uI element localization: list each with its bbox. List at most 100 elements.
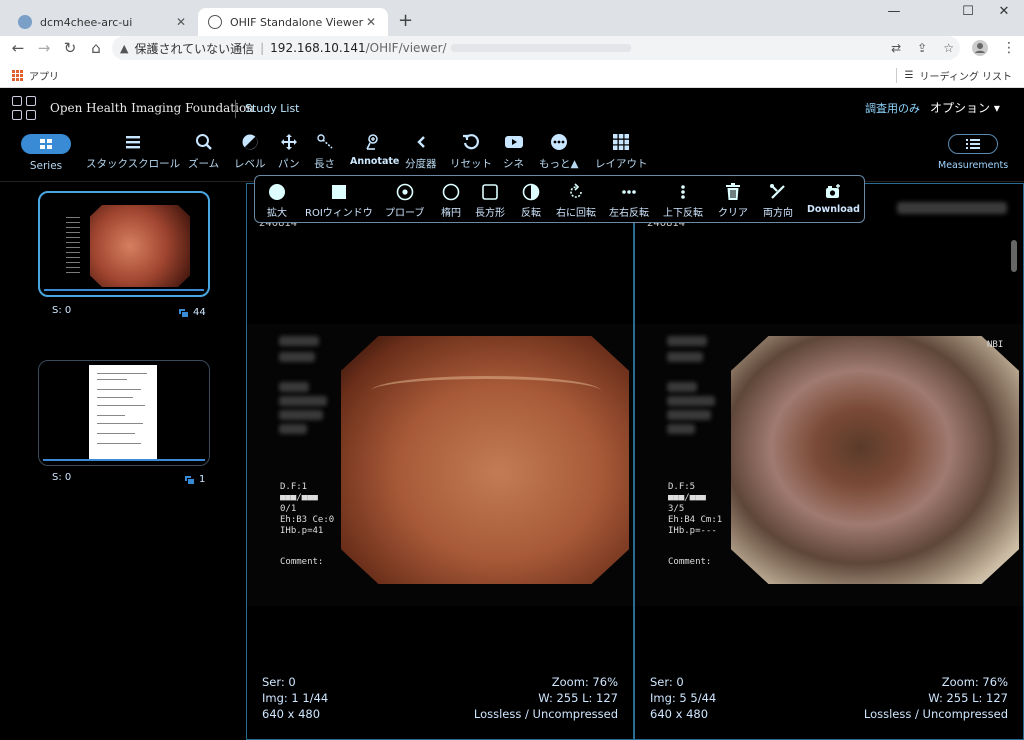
flip-vertical-button[interactable]: 上下反転 (663, 181, 703, 219)
reload-button[interactable]: ↻ (60, 39, 80, 57)
series-thumbnail-1[interactable] (38, 191, 210, 297)
tool-label: Measurements (938, 160, 1009, 171)
window-close-button[interactable]: ✕ (994, 4, 1014, 19)
redacted-text (279, 396, 327, 406)
bidirectional-button[interactable]: 両方向 (763, 181, 793, 219)
tool-label: ズーム (188, 158, 220, 170)
series-info: Ser: 0 (262, 675, 296, 689)
stack-scroll-button[interactable]: スタックスクロール (86, 130, 180, 171)
image-text-overlay: D.F:5 ■■■/■■■ 3/5 Eh:B4 Cm:1 IHb.p=--- C… (668, 482, 722, 568)
redacted-text (667, 410, 711, 420)
tool-label: Series (29, 160, 63, 172)
tool-label: もっと▲ (539, 158, 579, 170)
image-area: D.F:1 ■■■/■■■ 0/1 Eh:B3 Ce:0 IHb.p=41 Co… (247, 324, 633, 606)
options-menu[interactable]: オプション ▾ (930, 99, 1000, 116)
redacted-text (667, 382, 697, 392)
ohif-logo-icon (12, 96, 36, 120)
zoom-button[interactable]: ズーム (188, 130, 219, 171)
rectangle-button[interactable]: 長方形 (475, 181, 505, 219)
more-button[interactable]: もっと▲ (539, 130, 579, 171)
warning-icon: ▲ (120, 41, 129, 55)
tool-label: 上下反転 (663, 208, 703, 219)
redacted-text (279, 424, 307, 434)
rotate-right-button[interactable]: 右に回転 (556, 181, 596, 219)
roi-window-button[interactable]: ROIウィンドウ (305, 181, 373, 219)
tool-label: 拡大 (267, 208, 287, 219)
viewport-scrollbar[interactable] (1011, 240, 1017, 272)
cine-button[interactable]: シネ (503, 130, 524, 171)
tool-label: 反転 (521, 208, 541, 219)
thumbnail-progress-bar (43, 459, 205, 461)
magnify-button[interactable]: 拡大 (267, 181, 287, 219)
profile-avatar-icon[interactable] (972, 40, 988, 56)
minimize-button[interactable]: — (884, 4, 904, 19)
home-button[interactable]: ⌂ (86, 39, 106, 57)
annotate-button[interactable]: Annotate (350, 130, 399, 167)
tool-label: レイアウト (595, 158, 648, 170)
tool-label: プローブ (385, 208, 425, 219)
annotate-icon (365, 130, 385, 154)
enhance-value: Eh:B3 Ce:0 (280, 515, 335, 525)
tab-close-icon[interactable]: ✕ (364, 15, 378, 29)
new-tab-button[interactable]: + (398, 10, 413, 31)
address-separator: | (260, 41, 265, 55)
df-value: D.F:5 (668, 482, 696, 492)
tool-label: 左右反転 (609, 208, 649, 219)
tool-label: 楕円 (441, 208, 461, 219)
flip-v-icon (674, 181, 692, 203)
clear-button[interactable]: クリア (718, 181, 748, 219)
download-button[interactable]: Download (807, 181, 860, 215)
tool-label: 長さ (314, 158, 335, 170)
play-icon (504, 130, 524, 154)
ellipse-button[interactable]: 楕円 (441, 181, 461, 219)
share-icon[interactable]: ⇪ (917, 41, 927, 55)
tool-label: 両方向 (763, 208, 793, 219)
address-bar[interactable]: ▲ 保護されていない通信 | 192.168.10.141 /OHIF/view… (112, 36, 960, 60)
level-button[interactable]: レベル (234, 130, 266, 171)
bottom-right-overlay: Zoom: 76% W: 255 L: 127 Lossless / Uncom… (474, 674, 618, 722)
viewport-1[interactable]: 240814 D.F:1 ■■■/■■■ 0/1 Eh:B3 Ce:0 IHb.… (246, 183, 634, 740)
measurements-button[interactable]: Measurements (938, 130, 1008, 171)
forward-button[interactable]: → (34, 39, 54, 57)
camera-icon (824, 181, 842, 203)
redacted-text (667, 336, 707, 346)
pan-button[interactable]: パン (278, 130, 300, 171)
browser-menu-icon[interactable]: ⋮ (1002, 40, 1016, 56)
marker-value: ■■■/■■■ (668, 493, 706, 503)
tab-title: dcm4chee-arc-ui (40, 15, 133, 29)
series-number: S: 0 (52, 472, 72, 483)
series-thumbnail-2[interactable] (38, 360, 210, 466)
redacted-text (279, 352, 315, 362)
magnify-icon (268, 181, 286, 203)
series-button[interactable]: Series (21, 130, 71, 172)
bottom-left-overlay: Ser: 0 Img: 1 1/44 640 x 480 (262, 674, 328, 722)
bars-icon (124, 130, 142, 154)
tab-close-icon[interactable]: ✕ (174, 15, 188, 29)
redacted-text (279, 382, 309, 392)
apps-shortcut[interactable]: アプリ (12, 68, 59, 83)
length-button[interactable]: 長さ (314, 130, 335, 171)
brand-name: Open Health Imaging Foundation (50, 101, 254, 115)
list-icon (948, 134, 999, 154)
translate-icon[interactable]: ⇄ (891, 41, 901, 55)
browser-tab-bar: dcm4chee-arc-ui ✕ OHIF Standalone Viewer… (0, 0, 1024, 36)
star-icon[interactable]: ☆ (943, 41, 954, 55)
study-list-link[interactable]: Study List (245, 102, 299, 115)
probe-button[interactable]: プローブ (385, 181, 424, 219)
layout-button[interactable]: レイアウト (595, 130, 648, 171)
reading-list[interactable]: ☰ リーディング リスト (895, 68, 1012, 83)
flip-horizontal-button[interactable]: 左右反転 (609, 181, 649, 219)
viewport-2[interactable]: 240814 NBI D.F:5 ■■■/■■■ 3/5 Eh:B4 Cm:1 … (634, 183, 1024, 740)
invert-button[interactable]: 反転 (521, 181, 541, 219)
tab-ohif-viewer[interactable]: OHIF Standalone Viewer ✕ (198, 8, 388, 36)
image-dimensions: 640 x 480 (650, 707, 709, 721)
header-divider (235, 100, 236, 118)
tool-label: Annotate (350, 156, 400, 167)
compression-info: Lossless / Uncompressed (863, 707, 1008, 721)
reset-button[interactable]: リセット (450, 130, 492, 171)
maximize-button[interactable]: ☐ (958, 4, 978, 19)
protractor-button[interactable]: 分度器 (405, 130, 437, 171)
rectangle-icon (482, 181, 498, 203)
back-button[interactable]: ← (8, 39, 28, 57)
tab-dcm4chee[interactable]: dcm4chee-arc-ui ✕ (8, 8, 198, 36)
